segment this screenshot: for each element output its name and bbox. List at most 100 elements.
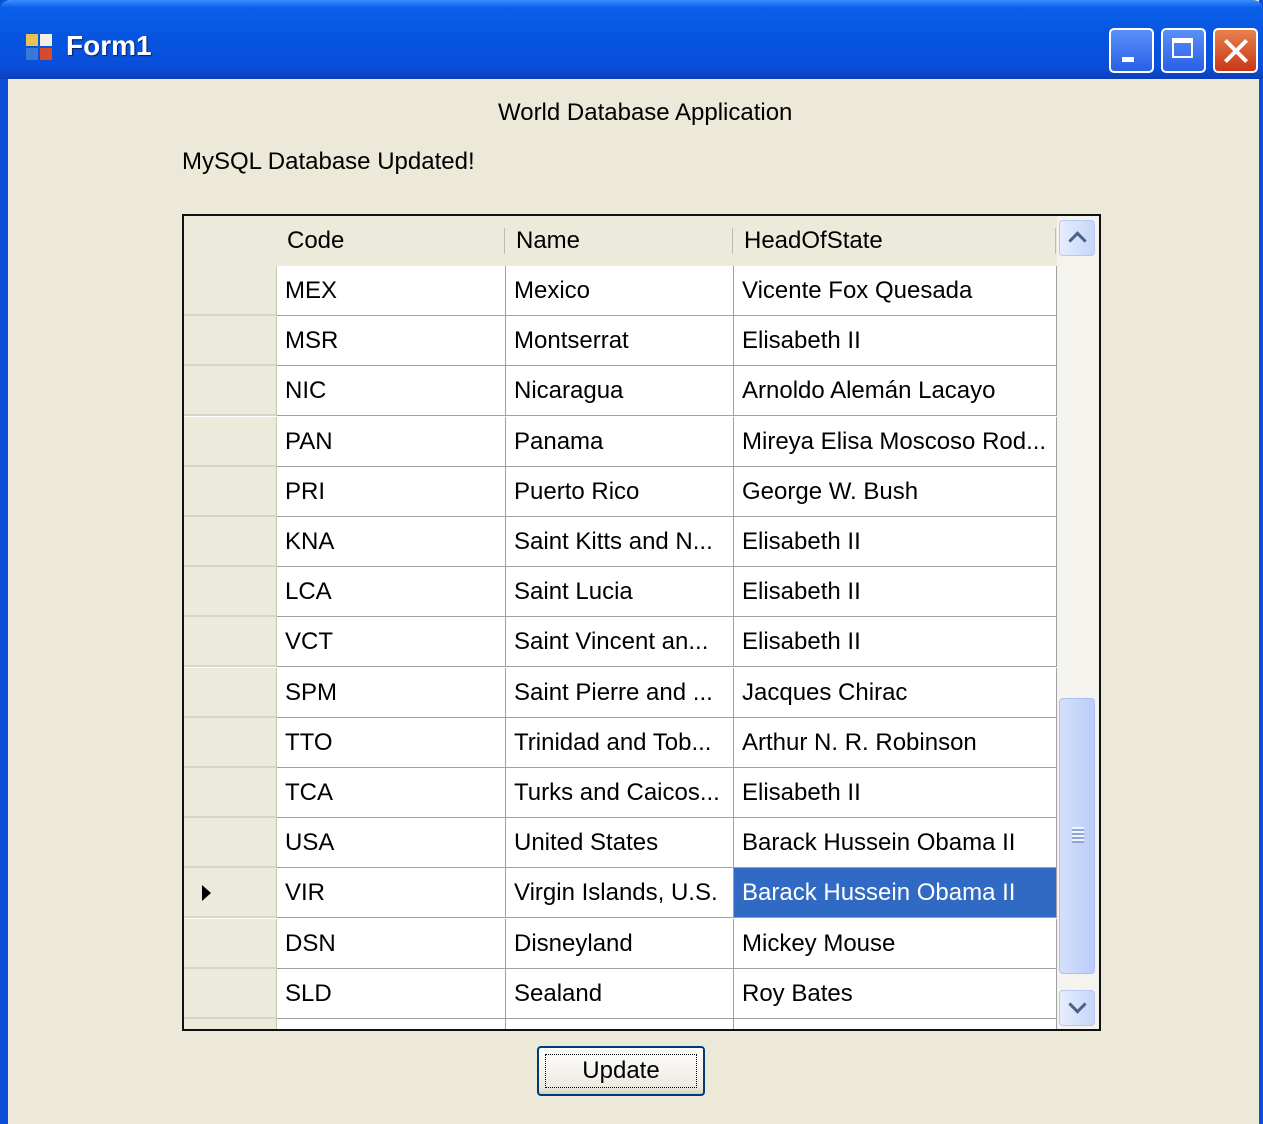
table-row[interactable]: TTO Trinidad and Tob... Arthur N. R. Robin… [184, 718, 1057, 768]
cell-headofstate[interactable]: Arthur N. R. Robinson [734, 718, 1057, 768]
cell-headofstate[interactable]: Arnoldo Alemán Lacayo [734, 366, 1057, 416]
table-row[interactable]: LCA Saint Lucia Elisabeth II [184, 567, 1057, 617]
cell-name[interactable]: Saint Vincent an... [506, 617, 734, 667]
table-row[interactable]: SPM Saint Pierre and ... Jacques Chirac [184, 668, 1057, 718]
cell-name[interactable] [506, 1019, 734, 1029]
cell-headofstate[interactable]: Barack Hussein Obama II [734, 818, 1057, 868]
cell-name[interactable]: Trinidad and Tob... [506, 718, 734, 768]
maximize-button[interactable] [1161, 28, 1206, 73]
cell-name[interactable]: Mexico [506, 266, 734, 316]
update-button[interactable]: Update [537, 1046, 705, 1096]
row-header[interactable] [184, 668, 277, 718]
cell-headofstate[interactable]: Elisabeth II [734, 617, 1057, 667]
row-header[interactable] [184, 969, 277, 1019]
data-grid[interactable]: Code Name HeadOfState MEX Mexico Vicente F… [182, 214, 1101, 1031]
row-header[interactable] [184, 517, 277, 567]
cell-name[interactable]: Nicaragua [506, 366, 734, 416]
status-label: MySQL Database Updated! [182, 148, 475, 175]
form-app-icon [26, 34, 52, 60]
update-button-label: Update [582, 1057, 660, 1084]
table-row[interactable]: TCA Turks and Caicos... Elisabeth II [184, 768, 1057, 818]
table-row[interactable]: DSN Disneyland Mickey Mouse [184, 919, 1057, 969]
cell-headofstate[interactable]: Elisabeth II [734, 768, 1057, 818]
cell-code[interactable]: LCA [277, 567, 506, 617]
cell-headofstate[interactable]: Vicente Fox Quesada [734, 266, 1057, 316]
cell-code[interactable] [277, 1019, 506, 1029]
cell-code[interactable]: PAN [277, 417, 506, 467]
cell-name[interactable]: Montserrat [506, 316, 734, 366]
table-row[interactable]: NIC Nicaragua Arnoldo Alemán Lacayo [184, 366, 1057, 416]
cell-headofstate[interactable]: George W. Bush [734, 467, 1057, 517]
window-title: Form1 [66, 30, 152, 61]
cell-headofstate[interactable] [734, 1019, 1057, 1029]
minimize-button[interactable] [1109, 28, 1154, 73]
cell-headofstate[interactable]: Mireya Elisa Moscoso Rod... [734, 417, 1057, 467]
cell-name[interactable]: Puerto Rico [506, 467, 734, 517]
table-row[interactable]: PRI Puerto Rico George W. Bush [184, 467, 1057, 517]
current-row-arrow-icon [202, 885, 211, 901]
cell-name[interactable]: Virgin Islands, U.S. [506, 868, 734, 918]
row-header[interactable] [184, 1019, 277, 1029]
cell-code[interactable]: SLD [277, 969, 506, 1019]
cell-headofstate[interactable]: Jacques Chirac [734, 668, 1057, 718]
column-header-headofstate[interactable]: HeadOfState [734, 216, 1057, 266]
table-row[interactable]: USA United States Barack Hussein Obama II [184, 818, 1057, 868]
close-button[interactable] [1213, 28, 1258, 73]
scroll-thumb[interactable] [1059, 698, 1095, 974]
cell-code[interactable]: TCA [277, 768, 506, 818]
row-header[interactable] [184, 718, 277, 768]
column-header-code[interactable]: Code [277, 216, 506, 266]
row-header[interactable] [184, 919, 277, 969]
row-header[interactable] [184, 366, 277, 416]
cell-name[interactable]: Turks and Caicos... [506, 768, 734, 818]
cell-headofstate[interactable]: Barack Hussein Obama II [734, 868, 1057, 918]
cell-headofstate[interactable]: Roy Bates [734, 969, 1057, 1019]
cell-name[interactable]: Saint Lucia [506, 567, 734, 617]
scroll-up-button[interactable] [1059, 220, 1095, 256]
table-row[interactable]: KNA Saint Kitts and N... Elisabeth II [184, 517, 1057, 567]
cell-name[interactable]: Saint Pierre and ... [506, 668, 734, 718]
table-row[interactable]: SLD Sealand Roy Bates [184, 969, 1057, 1019]
cell-headofstate[interactable]: Elisabeth II [734, 316, 1057, 366]
table-row[interactable]: VIR Virgin Islands, U.S. Barack Hussein Ob… [184, 868, 1057, 918]
cell-name[interactable]: Disneyland [506, 919, 734, 969]
table-row[interactable] [184, 1019, 1057, 1029]
grid-header: Code Name HeadOfState [184, 216, 1057, 267]
cell-name[interactable]: Saint Kitts and N... [506, 517, 734, 567]
row-header[interactable] [184, 768, 277, 818]
cell-code[interactable]: NIC [277, 366, 506, 416]
cell-code[interactable]: MSR [277, 316, 506, 366]
cell-code[interactable]: VIR [277, 868, 506, 918]
cell-name[interactable]: United States [506, 818, 734, 868]
cell-code[interactable]: KNA [277, 517, 506, 567]
column-header-name[interactable]: Name [506, 216, 734, 266]
grip-icon [1072, 827, 1084, 843]
row-header[interactable] [184, 316, 277, 366]
row-header[interactable] [184, 266, 277, 316]
cell-code[interactable]: USA [277, 818, 506, 868]
cell-code[interactable]: DSN [277, 919, 506, 969]
table-row[interactable]: MEX Mexico Vicente Fox Quesada [184, 266, 1057, 316]
title-bar[interactable]: Form1 [0, 0, 1263, 79]
cell-code[interactable]: PRI [277, 467, 506, 517]
cell-code[interactable]: MEX [277, 266, 506, 316]
cell-name[interactable]: Panama [506, 417, 734, 467]
cell-code[interactable]: TTO [277, 718, 506, 768]
cell-headofstate[interactable]: Elisabeth II [734, 567, 1057, 617]
cell-name[interactable]: Sealand [506, 969, 734, 1019]
vertical-scrollbar[interactable] [1057, 216, 1099, 1029]
cell-code[interactable]: VCT [277, 617, 506, 667]
row-header[interactable] [184, 417, 277, 467]
cell-headofstate[interactable]: Mickey Mouse [734, 919, 1057, 969]
cell-code[interactable]: SPM [277, 668, 506, 718]
table-row[interactable]: PAN Panama Mireya Elisa Moscoso Rod... [184, 417, 1057, 467]
row-header[interactable] [184, 868, 277, 918]
row-header[interactable] [184, 467, 277, 517]
table-row[interactable]: MSR Montserrat Elisabeth II [184, 316, 1057, 366]
row-header[interactable] [184, 617, 277, 667]
row-header[interactable] [184, 818, 277, 868]
scroll-down-button[interactable] [1059, 990, 1095, 1026]
row-header[interactable] [184, 567, 277, 617]
table-row[interactable]: VCT Saint Vincent an... Elisabeth II [184, 617, 1057, 667]
cell-headofstate[interactable]: Elisabeth II [734, 517, 1057, 567]
